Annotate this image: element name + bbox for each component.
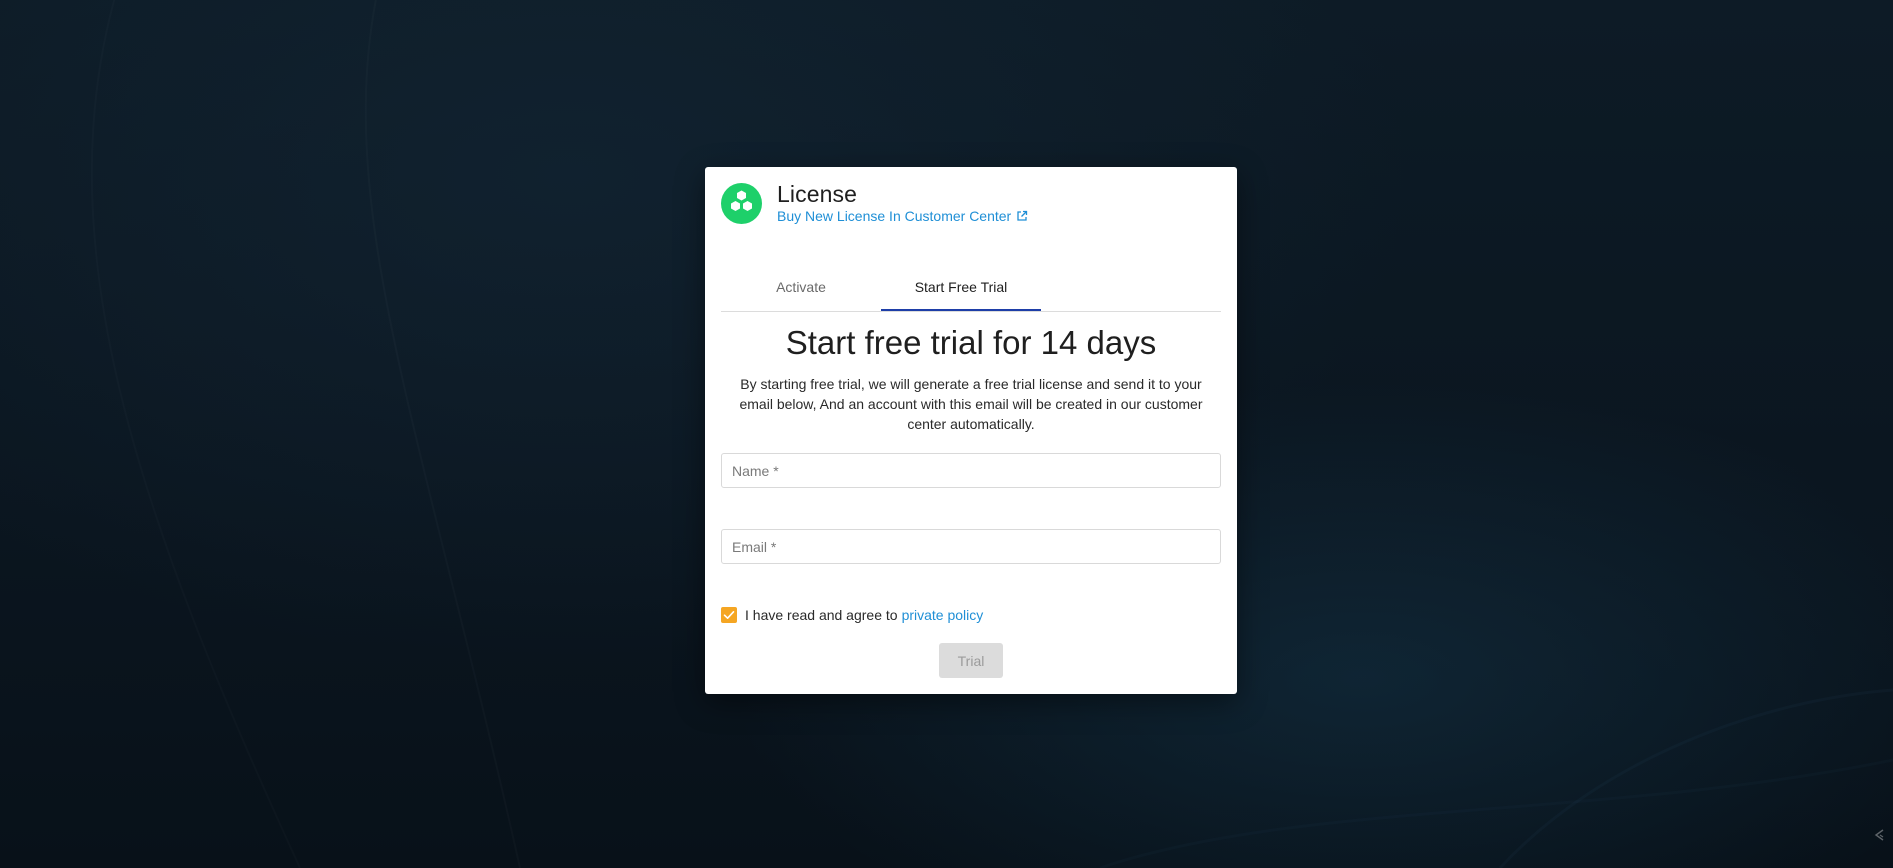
- buy-license-link-label: Buy New License In Customer Center: [777, 208, 1012, 224]
- agree-row: I have read and agree to private policy: [721, 606, 983, 624]
- tab-activate[interactable]: Activate: [721, 271, 881, 311]
- external-link-icon: [1016, 209, 1028, 221]
- private-policy-link[interactable]: private policy: [902, 607, 984, 623]
- license-tabs: Activate Start Free Trial: [721, 271, 1221, 312]
- license-dialog: License Buy New License In Customer Cent…: [705, 167, 1237, 694]
- agree-label: I have read and agree to: [745, 607, 898, 623]
- trial-description: By starting free trial, we will generate…: [739, 376, 1203, 432]
- tab-start-free-trial[interactable]: Start Free Trial: [881, 271, 1041, 311]
- check-icon: [723, 611, 735, 619]
- hexagon-cluster-logo-icon: [721, 183, 762, 224]
- agree-checkbox[interactable]: [721, 607, 737, 623]
- trial-heading: Start free trial for 14 days: [785, 324, 1157, 361]
- collapse-arrow-icon[interactable]: [1873, 828, 1885, 842]
- active-tab-indicator: [881, 309, 1041, 311]
- dialog-title: License: [777, 181, 857, 207]
- trial-button[interactable]: Trial: [939, 643, 1003, 678]
- name-input[interactable]: [721, 453, 1221, 488]
- buy-license-link[interactable]: Buy New License In Customer Center: [777, 208, 1028, 224]
- email-input[interactable]: [721, 529, 1221, 564]
